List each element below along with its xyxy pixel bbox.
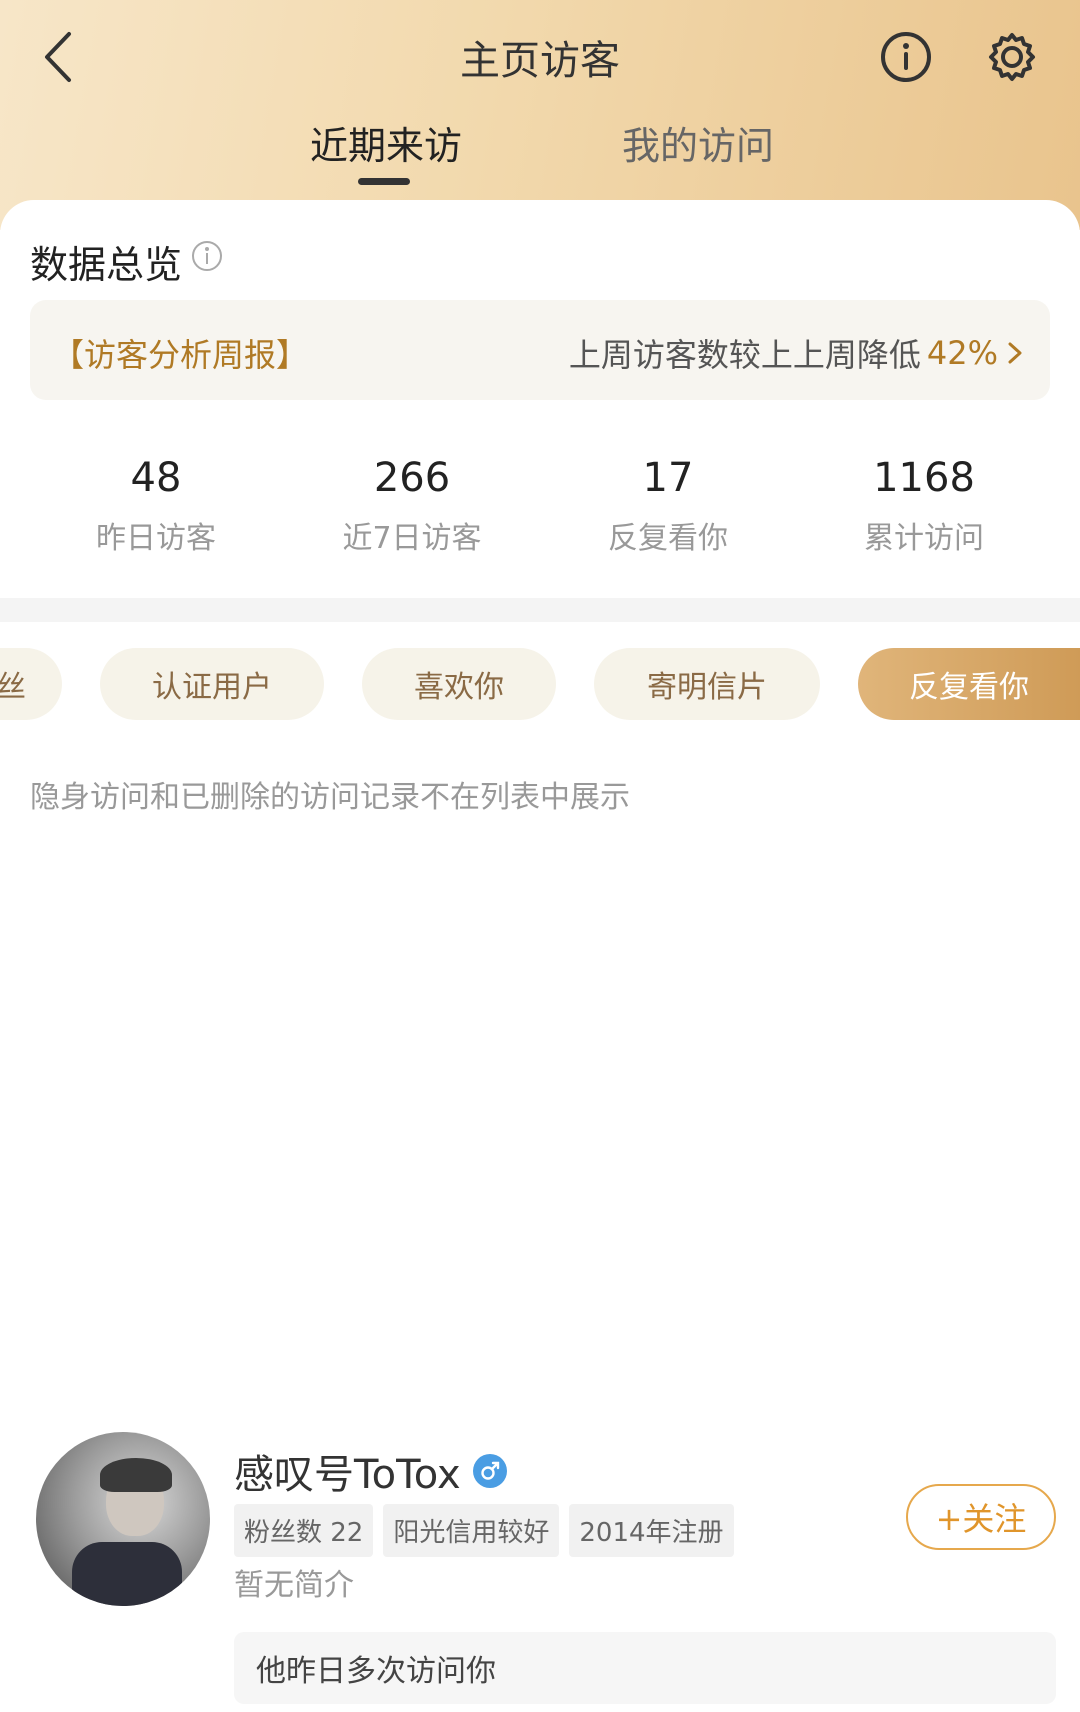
weekly-report-text: 上周访客数较上上周降低 (568, 336, 921, 374)
stat-value: 48 (130, 455, 182, 501)
weekly-report-banner[interactable]: 【访客分析周报】 上周访客数较上上周降低 42% (30, 300, 1050, 400)
stat-total-visits[interactable]: 1168 累计访问 (796, 455, 1052, 557)
tab-recent-visits[interactable]: 近期来访 (310, 115, 462, 170)
visitor-name-row[interactable]: 感叹号ToTox (234, 1442, 507, 1500)
overview-title: 数据总览 (30, 243, 183, 287)
stat-label: 近7日访客 (342, 521, 482, 556)
tag-credit: 阳光信用较好 (383, 1504, 560, 1557)
visitor-tags: 粉丝数 22 阳光信用较好 2014年注册 (234, 1504, 734, 1557)
visitor-name: 感叹号ToTox (234, 1452, 461, 1498)
chevron-right-icon (1008, 342, 1022, 364)
overview-info-icon[interactable] (191, 240, 223, 272)
section-divider (0, 598, 1080, 622)
visit-note: 他昨日多次访问你 (234, 1632, 1056, 1704)
stat-repeat-views[interactable]: 17 反复看你 (540, 455, 796, 557)
tag-register-year: 2014年注册 (569, 1504, 734, 1557)
visitor-bio: 暂无简介 (234, 1568, 354, 1603)
info-icon (192, 241, 222, 271)
stat-label: 昨日访客 (96, 521, 216, 556)
weekly-report-percent: 42% (926, 334, 998, 372)
info-icon (881, 32, 931, 82)
info-button[interactable] (874, 25, 938, 89)
stat-label: 累计访问 (864, 521, 984, 556)
stat-value: 1168 (873, 455, 975, 501)
weekly-report-label: 【访客分析周报】 (52, 336, 309, 374)
active-tab-indicator (358, 178, 410, 185)
filter-chip-postcard[interactable]: 寄明信片 (594, 648, 820, 720)
stat-value: 17 (642, 455, 694, 501)
filter-chip-verified-users[interactable]: 认证用户 (100, 648, 324, 720)
avatar[interactable] (36, 1432, 210, 1606)
filter-chip-likes-you[interactable]: 喜欢你 (362, 648, 556, 720)
privacy-notice: 隐身访问和已删除的访问记录不在列表中展示 (30, 780, 630, 815)
stat-label: 反复看你 (608, 521, 728, 556)
filter-chip-partial[interactable]: 丝 (0, 648, 62, 720)
tab-my-visits[interactable]: 我的访问 (622, 115, 774, 170)
weekly-report-summary: 上周访客数较上上周降低 42% (569, 330, 1026, 376)
stat-last-7-days[interactable]: 266 近7日访客 (284, 455, 540, 557)
settings-button[interactable] (980, 25, 1044, 89)
filter-chip-repeat-views[interactable]: 反复看你 (858, 648, 1080, 720)
stat-yesterday[interactable]: 48 昨日访客 (28, 455, 284, 557)
stat-value: 266 (373, 455, 451, 501)
male-gender-icon (472, 1454, 507, 1488)
gear-icon (989, 33, 1035, 81)
follow-button[interactable]: +关注 (906, 1484, 1056, 1550)
tag-followers: 粉丝数 22 (234, 1504, 374, 1557)
